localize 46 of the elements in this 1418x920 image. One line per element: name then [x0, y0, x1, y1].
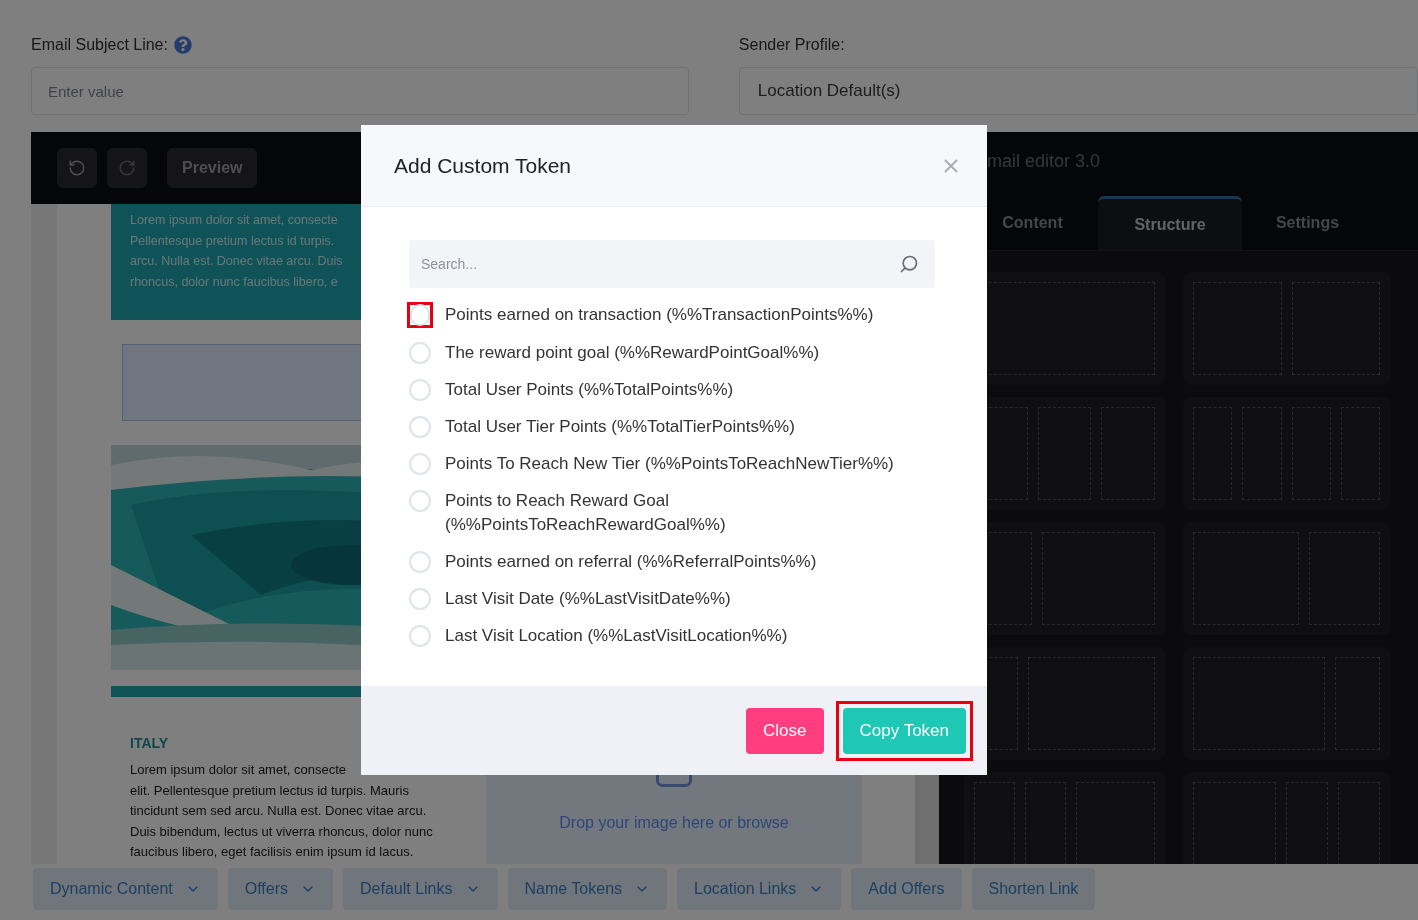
token-label: The reward point goal (%%RewardPointGoal%%): [445, 342, 821, 364]
select-field[interactable]: Location Default(s): [738, 67, 1418, 115]
section-text: Lorem ipsum dolor sit amet, consecte elit. Pellentesque pretium lectus id turpis. Mauris tincidunt sem sed arcu. Nulla est. Donec vitae arcu. Duis bibendum, lectus ut viverra rhoncus, dolor nunc faucibus libero, eget facilisis enim ipsum id lacus.: [130, 761, 434, 861]
token-label: Points earned on referral (%%ReferralPoints%%): [445, 551, 818, 573]
input-field[interactable]: Enter value: [31, 67, 689, 115]
radio-button[interactable]: [409, 588, 431, 610]
search-icon: [899, 254, 919, 274]
redo-button[interactable]: [107, 148, 147, 188]
insert-menu-button[interactable]: Default Links: [343, 868, 498, 910]
help-icon[interactable]: [173, 36, 192, 54]
insert-menu-button[interactable]: Add Offers: [851, 868, 962, 910]
radio-button[interactable]: [409, 490, 431, 512]
token-label: Total User Tier Points (%%TotalTierPoints%%): [445, 416, 796, 438]
redo-icon: [118, 159, 136, 177]
token-label: Last Visit Location (%%LastVisitLocation%%): [445, 625, 789, 647]
field-label: Email Subject Line:: [31, 35, 168, 55]
token-label: Points To Reach New Tier (%%PointsToReachNewTier%%): [445, 453, 895, 475]
insert-menu-button[interactable]: Location Links: [677, 868, 842, 910]
undo-button[interactable]: [57, 148, 97, 188]
insert-menu-button[interactable]: Name Tokens: [507, 868, 668, 910]
token-label: Last Visit Date (%%LastVisitDate%%): [445, 588, 732, 610]
field-label: Sender Profile:: [738, 35, 845, 55]
radio-button[interactable]: [409, 379, 431, 401]
search-field[interactable]: Search...: [409, 240, 935, 288]
insert-menu-button[interactable]: Offers: [227, 868, 333, 910]
panel-tab[interactable]: Structure: [1098, 196, 1242, 250]
dropzone-text: Drop your image here or browse: [559, 813, 789, 833]
panel-tab[interactable]: Settings: [1250, 196, 1365, 250]
radio-button[interactable]: [409, 342, 431, 364]
modal-title: Add Custom Token: [394, 152, 572, 179]
token-label: Points to Reach Reward Goal (%%PointsToReachRewardGoal%%): [445, 490, 727, 536]
radio-button[interactable]: [409, 453, 431, 475]
insert-menu-button[interactable]: Shorten Link: [971, 868, 1096, 910]
panel-tab[interactable]: Content: [975, 196, 1090, 250]
preview-button[interactable]: Preview: [167, 148, 258, 188]
insert-menu-button[interactable]: Dynamic Content: [33, 868, 218, 910]
radio-button[interactable]: [409, 416, 431, 438]
token-label: Total User Points (%%TotalPoints%%): [445, 379, 735, 401]
radio-button[interactable]: [409, 551, 431, 573]
section-heading: ITALY: [130, 734, 170, 753]
radio-button[interactable]: [409, 625, 431, 647]
undo-icon: [68, 159, 86, 177]
banner-text: Lorem ipsum dolor sit amet, consecte Pellentesque pretium lectus id turpis. arcu. Nulla est. Donec vitae arcu. Duis rhoncus, dolor nunc faucibus libero, e: [130, 212, 343, 291]
copy-token-button[interactable]: Copy Token: [842, 707, 966, 754]
token-label: Points earned on transaction (%%TransactionPoints%%): [445, 304, 875, 326]
close-button[interactable]: Close: [746, 707, 824, 754]
